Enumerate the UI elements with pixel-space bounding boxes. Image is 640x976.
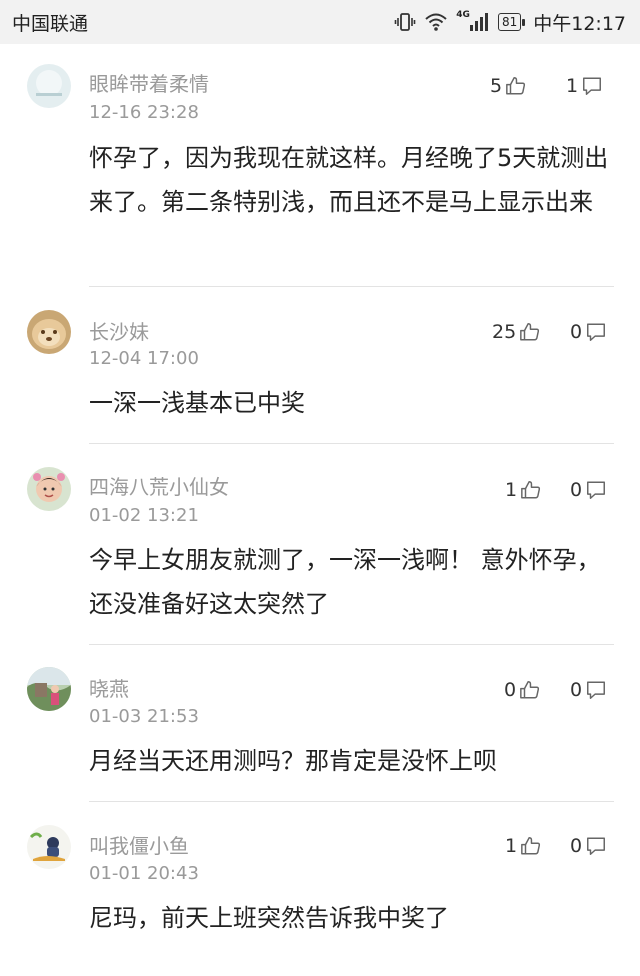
comment-text: 月经当天还用测吗？那肯定是没怀上呗 (89, 747, 497, 775)
username[interactable]: 眼眸带着柔情 (89, 68, 209, 97)
comment-icon (587, 323, 606, 341)
reply-count: 0 (570, 679, 583, 701)
comment-text: 怀孕了，因为我现在就这样。月经晚了5天就测出来了。第二条特别浅，而且还不是马上显… (89, 144, 609, 216)
comment-icon (587, 481, 606, 499)
like-count: 25 (492, 321, 517, 343)
like-count: 1 (505, 835, 518, 857)
avatar[interactable] (27, 467, 71, 511)
thumbs-up-icon (520, 323, 540, 341)
vibrate-icon (394, 11, 416, 33)
timestamp: 01-03 21:53 (89, 706, 199, 727)
like-count: 1 (505, 479, 518, 501)
reply-button[interactable]: 0 (570, 835, 607, 857)
reply-count: 0 (570, 835, 583, 857)
avatar[interactable] (27, 64, 71, 108)
like-button[interactable]: 5 (490, 75, 527, 97)
like-count: 0 (504, 679, 517, 701)
avatar[interactable] (27, 310, 71, 354)
reply-button[interactable]: 0 (570, 679, 607, 701)
username[interactable]: 四海八荒小仙女 (89, 471, 229, 500)
divider (89, 801, 614, 802)
timestamp: 01-02 13:21 (89, 505, 199, 526)
thumbs-up-icon (506, 77, 526, 95)
divider (89, 286, 614, 287)
comment-text: 今早上女朋友就测了，一深一浅啊！ 意外怀孕，还没准备好这太突然了 (89, 546, 601, 618)
reply-button[interactable]: 0 (570, 479, 607, 501)
signal-icon: 4G (456, 10, 490, 32)
thumbs-up-icon (521, 481, 541, 499)
timestamp: 12-16 23:28 (89, 102, 199, 123)
clock: 中午12:17 (533, 12, 626, 35)
comment-icon (587, 681, 606, 699)
battery-icon: 81 (497, 13, 526, 31)
thumbs-up-icon (520, 681, 540, 699)
like-button[interactable]: 1 (505, 835, 542, 857)
battery-level: 81 (497, 13, 522, 31)
like-button[interactable]: 25 (492, 321, 541, 343)
status-bar: 中国联通 4G 81 中午12:17 (0, 0, 640, 44)
username[interactable]: 晓燕 (89, 673, 129, 702)
thumbs-up-icon (521, 837, 541, 855)
username[interactable]: 叫我僵小鱼 (89, 830, 189, 859)
reply-count: 0 (570, 321, 583, 343)
reply-count: 1 (566, 75, 579, 97)
status-icons: 4G 81 中午12:17 (394, 6, 626, 38)
divider (89, 443, 614, 444)
comment-icon (583, 77, 602, 95)
network-type-label: 4G (456, 10, 470, 20)
comment-text: 尼玛，前天上班突然告诉我中奖了 (89, 904, 449, 932)
comment-icon (587, 837, 606, 855)
comment-text: 一深一浅基本已中奖 (89, 389, 305, 417)
timestamp: 12-04 17:00 (89, 348, 199, 369)
username[interactable]: 长沙妹 (89, 316, 149, 345)
reply-button[interactable]: 0 (570, 321, 607, 343)
divider (89, 644, 614, 645)
like-count: 5 (490, 75, 503, 97)
wifi-icon (424, 12, 448, 32)
avatar[interactable] (27, 667, 71, 711)
like-button[interactable]: 1 (505, 479, 542, 501)
like-button[interactable]: 0 (504, 679, 541, 701)
reply-count: 0 (570, 479, 583, 501)
timestamp: 01-01 20:43 (89, 863, 199, 884)
carrier-label: 中国联通 (12, 13, 89, 35)
reply-button[interactable]: 1 (566, 75, 603, 97)
avatar[interactable] (27, 825, 71, 869)
